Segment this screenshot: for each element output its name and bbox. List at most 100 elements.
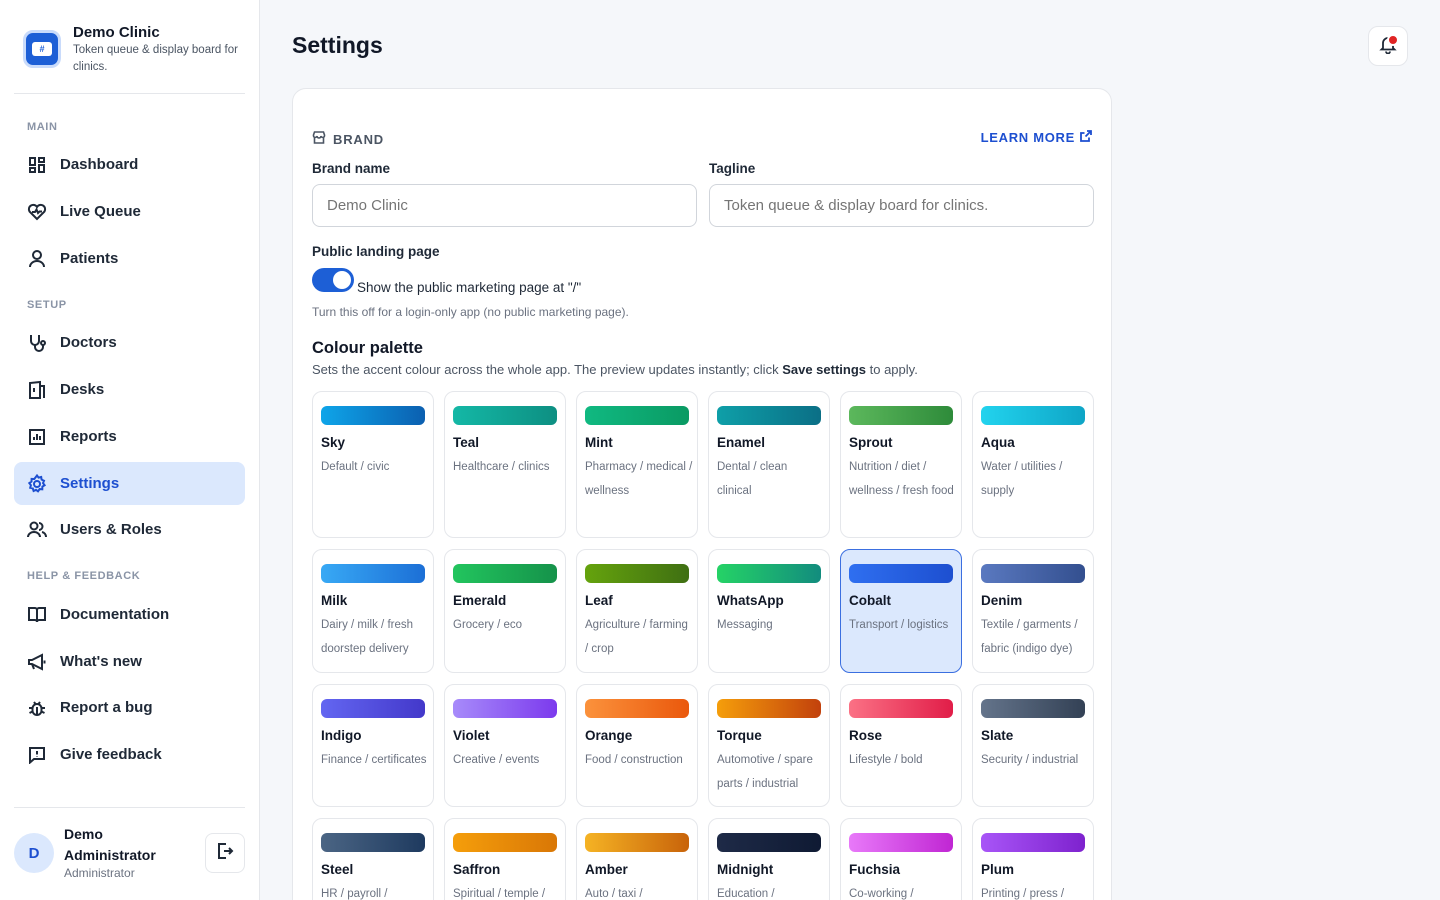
palette-description: Printing / press / xyxy=(981,888,1065,900)
bar-chart-icon xyxy=(27,427,47,447)
palette-option-milk[interactable]: Milk Dairy / milk / fresh doorstep delive… xyxy=(312,549,434,673)
palette-option-leaf[interactable]: Leaf Agriculture / farming / crop xyxy=(576,549,698,673)
palette-option-aqua[interactable]: Aqua Water / utilities / supply xyxy=(972,391,1094,538)
palette-option-steel[interactable]: Steel HR / payroll / xyxy=(312,818,434,900)
palette-color-bar xyxy=(585,833,689,852)
avatar[interactable]: D xyxy=(14,833,54,873)
palette-option-whatsapp[interactable]: WhatsApp Messaging xyxy=(708,549,830,673)
palette-name: Amber xyxy=(585,862,628,877)
palette-name: Torque xyxy=(717,728,762,743)
page-title: Settings xyxy=(292,32,383,58)
palette-option-rose[interactable]: Rose Lifestyle / bold xyxy=(840,684,962,807)
palette-option-saffron[interactable]: Saffron Spiritual / temple / xyxy=(444,818,566,900)
palette-description: Textile / garments / fabric (indigo dye) xyxy=(981,619,1078,655)
palette-name: Enamel xyxy=(717,435,766,450)
sidebar-item-whats-new[interactable]: What's new xyxy=(14,640,245,683)
tagline-input[interactable] xyxy=(709,184,1094,227)
logout-icon xyxy=(216,842,234,865)
palette-color-bar xyxy=(849,564,953,583)
palette-option-violet[interactable]: Violet Creative / events xyxy=(444,684,566,807)
palette-option-midnight[interactable]: Midnight Education / xyxy=(708,818,830,900)
sidebar-item-users-roles[interactable]: Users & Roles xyxy=(14,508,245,551)
brand-block[interactable]: # Demo Clinic Token queue & display boar… xyxy=(14,18,245,94)
palette-option-amber[interactable]: Amber Auto / taxi / xyxy=(576,818,698,900)
heart-pulse-icon xyxy=(27,202,47,222)
palette-option-enamel[interactable]: Enamel Dental / clean clinical xyxy=(708,391,830,538)
palette-option-fuchsia[interactable]: Fuchsia Co-working / xyxy=(840,818,962,900)
notifications-button[interactable] xyxy=(1368,26,1408,66)
palette-option-orange[interactable]: Orange Food / construction xyxy=(576,684,698,807)
palette-color-bar xyxy=(717,699,821,718)
notification-badge xyxy=(1387,34,1399,46)
palette-title: Colour palette xyxy=(312,339,423,357)
sidebar-item-doctors[interactable]: Doctors xyxy=(14,321,245,364)
sidebar-item-reports[interactable]: Reports xyxy=(14,415,245,458)
palette-name: Plum xyxy=(981,862,1015,877)
landing-page-label: Public landing page xyxy=(312,244,440,259)
sidebar-item-give-feedback[interactable]: Give feedback xyxy=(14,733,245,776)
palette-color-bar xyxy=(849,406,953,425)
palette-option-indigo[interactable]: Indigo Finance / certificates xyxy=(312,684,434,807)
logout-button[interactable] xyxy=(205,833,245,873)
nav-section-main: MAIN xyxy=(27,121,58,133)
palette-name: Indigo xyxy=(321,728,362,743)
sidebar-item-desks[interactable]: Desks xyxy=(14,368,245,411)
landing-page-toggle[interactable] xyxy=(312,268,354,292)
sidebar-item-label: Doctors xyxy=(60,334,117,351)
palette-description: Default / civic xyxy=(321,461,390,473)
palette-color-bar xyxy=(849,699,953,718)
palette-color-bar xyxy=(981,699,1085,718)
brand-name-input[interactable] xyxy=(312,184,697,227)
learn-more-label: LEARN MORE xyxy=(980,130,1075,145)
palette-description: Creative / events xyxy=(453,754,540,766)
palette-description: Education / xyxy=(717,888,775,900)
user-name: Demo Administrator xyxy=(64,826,156,863)
sidebar-item-live-queue[interactable]: Live Queue xyxy=(14,190,245,233)
learn-more-link[interactable]: LEARN MORE xyxy=(981,130,1092,145)
palette-option-denim[interactable]: Denim Textile / garments / fabric (indigo… xyxy=(972,549,1094,673)
palette-description: Co-working / xyxy=(849,888,914,900)
palette-description: Automotive / spare parts / industrial xyxy=(717,754,813,790)
palette-description: Security / industrial xyxy=(981,754,1079,766)
sidebar-item-documentation[interactable]: Documentation xyxy=(14,593,245,636)
sidebar-item-label: Documentation xyxy=(60,606,170,623)
palette-color-bar xyxy=(321,833,425,852)
palette-option-slate[interactable]: Slate Security / industrial xyxy=(972,684,1094,807)
sidebar-item-label: What's new xyxy=(60,653,142,670)
palette-name: Denim xyxy=(981,593,1023,608)
palette-name: Cobalt xyxy=(849,593,891,608)
bug-icon xyxy=(27,698,47,718)
brand-section-header: BRAND xyxy=(312,131,384,147)
sidebar-item-label: Patients xyxy=(60,250,119,267)
palette-option-torque[interactable]: Torque Automotive / spare parts / industr… xyxy=(708,684,830,807)
palette-option-plum[interactable]: Plum Printing / press / xyxy=(972,818,1094,900)
palette-option-sprout[interactable]: Sprout Nutrition / diet / wellness / fres… xyxy=(840,391,962,538)
palette-description: Transport / logistics xyxy=(849,619,949,631)
palette-option-mint[interactable]: Mint Pharmacy / medical / wellness xyxy=(576,391,698,538)
palette-option-sky[interactable]: Sky Default / civic xyxy=(312,391,434,538)
palette-color-bar xyxy=(717,564,821,583)
sidebar-item-settings[interactable]: Settings xyxy=(14,462,245,505)
sidebar-item-dashboard[interactable]: Dashboard xyxy=(14,143,245,186)
tagline-label: Tagline xyxy=(709,161,756,176)
palette-option-teal[interactable]: Teal Healthcare / clinics xyxy=(444,391,566,538)
dashboard-icon xyxy=(27,155,47,175)
sidebar-item-label: Live Queue xyxy=(60,203,141,220)
message-icon xyxy=(27,745,47,765)
palette-name: Mint xyxy=(585,435,613,450)
palette-option-cobalt[interactable]: Cobalt Transport / logistics xyxy=(840,549,962,673)
palette-name: Teal xyxy=(453,435,480,450)
palette-color-bar xyxy=(585,564,689,583)
sidebar-item-patients[interactable]: Patients xyxy=(14,237,245,280)
palette-option-emerald[interactable]: Emerald Grocery / eco xyxy=(444,549,566,673)
palette-name: Steel xyxy=(321,862,354,877)
sidebar-item-report-bug[interactable]: Report a bug xyxy=(14,686,245,729)
gear-icon xyxy=(27,473,47,494)
palette-name: Orange xyxy=(585,728,633,743)
section-title: BRAND xyxy=(333,131,384,147)
nav-section-setup: SETUP xyxy=(27,299,67,311)
brand-settings-card: BRAND LEARN MORE Brand name Tagline Publ… xyxy=(292,88,1112,900)
palette-color-bar xyxy=(849,833,953,852)
sidebar-item-label: Reports xyxy=(60,428,117,445)
palette-color-bar xyxy=(717,406,821,425)
